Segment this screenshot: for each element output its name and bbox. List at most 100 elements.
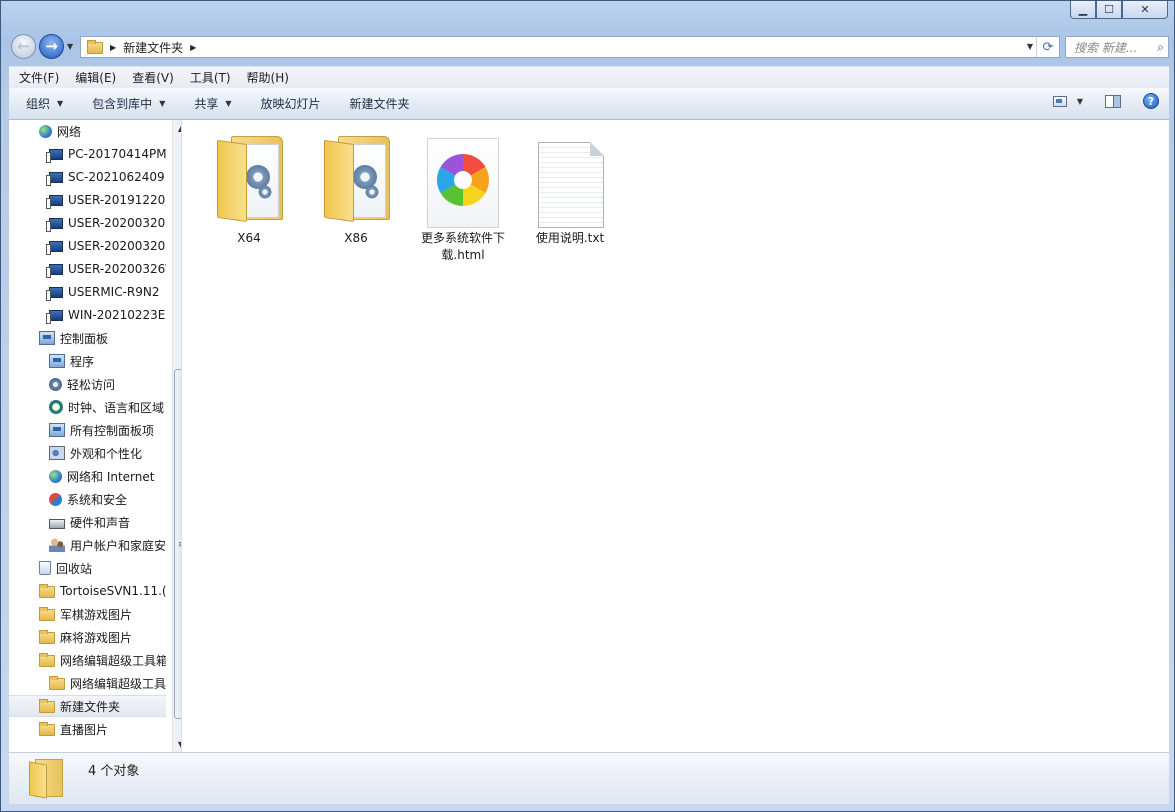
nav-item[interactable]: 网络 [9,120,166,142]
nav-item[interactable]: 直播图片 [9,718,166,740]
appearance-icon [49,446,65,460]
address-dropdown-icon[interactable]: ▼ [1027,42,1033,51]
nav-item[interactable]: 程序 [9,350,166,372]
nav-item[interactable]: TortoiseSVN1.11.( [9,580,166,602]
breadcrumb-separator-icon[interactable]: ▶ [190,43,196,52]
nav-item[interactable]: 控制面板 [9,327,166,349]
search-input[interactable]: 搜索 新建... [1074,39,1157,56]
scroll-up-icon[interactable]: ▲ [173,120,181,136]
nav-item[interactable]: USER-20191220I [9,189,166,211]
user-accounts-icon [49,538,65,552]
file-item-x64[interactable]: X64 [199,128,299,247]
nav-item[interactable]: USERMIC-R9N2 [9,281,166,303]
recycle-bin-icon [39,561,51,575]
control-panel-icon [39,331,55,345]
new-folder-button[interactable]: 新建文件夹 [350,95,410,112]
include-in-library-button[interactable]: 包含到库中 ▼ [92,95,165,112]
chevron-down-icon: ▼ [225,99,232,108]
address-row: ← → ▼ ▶ 新建文件夹 ▶ ▼ ⟳ 搜索 新建... ⌕ [9,32,1169,62]
folder-icon [39,630,55,644]
file-item-x86[interactable]: X86 [306,128,406,247]
file-item-txt[interactable]: 使用说明.txt [520,128,620,247]
preview-pane-icon[interactable] [1105,94,1121,108]
file-name: 更多系统软件下载.html [420,231,505,262]
back-button[interactable]: ← [11,34,36,59]
folder-icon [306,128,406,228]
back-arrow-icon: ← [17,37,30,55]
nav-item[interactable]: 网络和 Internet [9,465,166,487]
nav-item[interactable]: 硬件和声音 [9,511,166,533]
organize-button[interactable]: 组织 ▼ [26,95,63,112]
command-bar: 组织 ▼ 包含到库中 ▼ 共享 ▼ 放映幻灯片 新建文件夹 ▼ ? [9,88,1169,120]
nav-item-label: 用户帐户和家庭安 [70,538,166,553]
nav-item-label: 网络编辑超级工具箱 [60,653,166,668]
network-icon [39,124,52,138]
file-list: X64 X86 更多系统软件下载.html 使用说明.txt [182,120,1169,752]
nav-item-label: USERMIC-R9N2 [68,285,160,299]
search-box[interactable]: 搜索 新建... ⌕ [1065,36,1169,58]
change-view-icon[interactable] [1052,95,1067,107]
menu-view[interactable]: 查看(V) [132,69,174,86]
nav-item[interactable]: USER-20200320( [9,235,166,257]
recent-pages-dropdown[interactable]: ▼ [67,42,73,51]
nav-item[interactable]: SC-20210624091 [9,166,166,188]
maximize-button[interactable]: ☐ [1096,1,1122,19]
nav-item[interactable]: 网络编辑超级工具箱 [9,649,166,671]
include-in-library-label: 包含到库中 [92,97,153,111]
breadcrumb-separator-icon[interactable]: ▶ [110,43,116,52]
scroll-down-icon[interactable]: ▼ [173,736,181,752]
nav-item[interactable]: 系统和安全 [9,488,166,510]
close-button[interactable]: ✕ [1122,1,1168,19]
nav-item[interactable]: PC-20170414PM [9,143,166,165]
folder-icon [199,128,299,228]
nav-item[interactable]: USER-20200320. [9,212,166,234]
chevron-down-icon: ▼ [159,99,166,108]
nav-item-label: TortoiseSVN1.11.( [60,584,166,598]
status-bar: 4 个对象 [9,752,1169,804]
share-button[interactable]: 共享 ▼ [194,95,231,112]
nav-item-label: 硬件和声音 [70,515,131,530]
menu-bar: 文件(F) 编辑(E) 查看(V) 工具(T) 帮助(H) [9,66,1169,88]
search-icon[interactable]: ⌕ [1157,40,1164,55]
nav-item[interactable]: 麻将游戏图片 [9,626,166,648]
nav-item[interactable]: 用户帐户和家庭安 [9,534,166,556]
menu-help[interactable]: 帮助(H) [247,69,289,86]
folder-icon [87,40,103,54]
view-options-dropdown-icon[interactable]: ▼ [1077,97,1083,106]
nav-item[interactable]: 所有控制面板项 [9,419,166,441]
nav-item[interactable]: 网络编辑超级工具 [9,672,166,694]
nav-item[interactable]: 新建文件夹 [9,695,166,717]
nav-item[interactable]: 外观和个性化 [9,442,166,464]
address-bar[interactable]: ▶ 新建文件夹 ▶ ▼ ⟳ [80,36,1060,58]
file-name: X64 [237,231,261,245]
refresh-button[interactable]: ⟳ [1036,37,1059,57]
nav-item[interactable]: 回收站 [9,557,166,579]
nav-item-label: PC-20170414PM [68,147,166,161]
nav-item[interactable]: 轻松访问 [9,373,166,395]
computer-icon [46,309,63,324]
scroll-thumb[interactable]: ≡ [174,369,181,719]
menu-tools[interactable]: 工具(T) [190,69,231,86]
minimize-button[interactable]: ▁ [1070,1,1096,19]
slideshow-button[interactable]: 放映幻灯片 [261,95,321,112]
file-name: 使用说明.txt [535,231,605,245]
nav-item[interactable]: 时钟、语言和区域 [9,396,166,418]
breadcrumb-current[interactable]: 新建文件夹 [123,39,183,56]
nav-item[interactable]: WIN-20210223E [9,304,166,326]
help-icon[interactable]: ? [1143,93,1159,109]
item-count: 4 个对象 [88,764,140,779]
close-icon: ✕ [1140,3,1150,16]
nav-item-label: USER-20200326\ [68,262,166,276]
menu-edit[interactable]: 编辑(E) [75,69,116,86]
nav-item[interactable]: USER-20200326\ [9,258,166,280]
nav-item-label: 所有控制面板项 [70,423,155,438]
nav-item-label: 直播图片 [60,722,109,737]
nav-scrollbar[interactable]: ▲ ≡ ▼ [172,120,181,752]
ease-of-access-icon [49,377,62,391]
nav-item[interactable]: 军棋游戏图片 [9,603,166,625]
menu-file[interactable]: 文件(F) [19,69,59,86]
browser-pinwheel-icon [413,128,513,228]
forward-button[interactable]: → [39,34,64,59]
nav-item-label: 网络 [57,124,82,139]
file-item-html[interactable]: 更多系统软件下载.html [413,128,513,264]
